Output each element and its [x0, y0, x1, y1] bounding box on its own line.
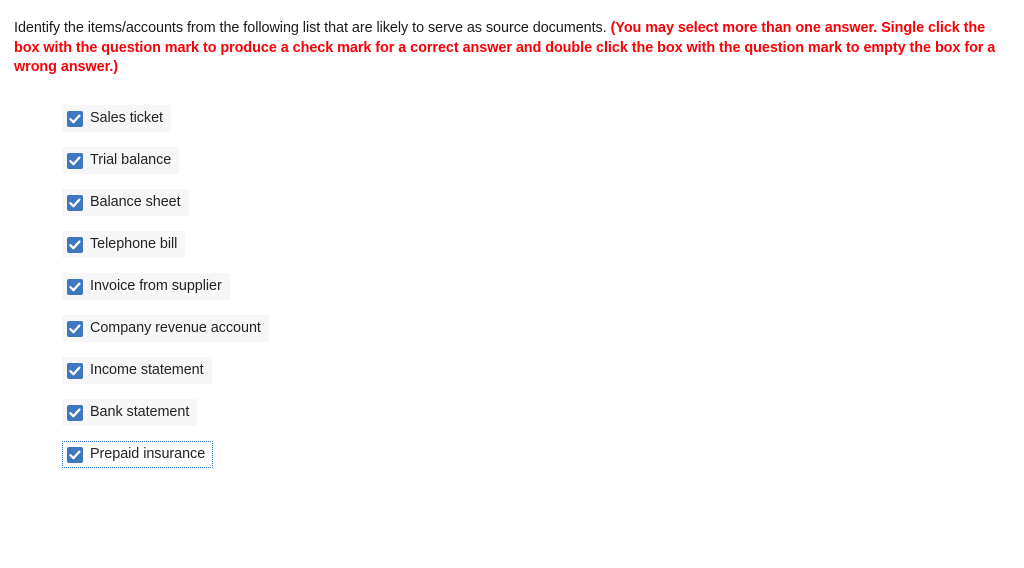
- question-page: Identify the items/accounts from the fol…: [0, 0, 1024, 568]
- option-label: Balance sheet: [90, 194, 181, 210]
- option-row[interactable]: Income statement: [62, 357, 212, 384]
- option-row[interactable]: Trial balance: [62, 147, 180, 174]
- option-row[interactable]: Balance sheet: [62, 189, 189, 216]
- option-row[interactable]: Sales ticket: [62, 105, 171, 132]
- check-icon: [69, 365, 81, 375]
- option-label: Income statement: [90, 362, 204, 378]
- check-icon: [69, 113, 81, 123]
- option-row[interactable]: Telephone bill: [62, 231, 186, 258]
- option-label: Prepaid insurance: [90, 446, 206, 462]
- option-row[interactable]: Invoice from supplier: [62, 273, 230, 300]
- check-icon: [69, 281, 81, 291]
- checkbox-checked[interactable]: [67, 236, 83, 253]
- checkbox-checked[interactable]: [67, 404, 83, 421]
- option-label: Company revenue account: [90, 320, 261, 336]
- checkbox-checked[interactable]: [67, 446, 83, 463]
- option-label: Trial balance: [90, 152, 172, 168]
- check-icon: [69, 197, 81, 207]
- check-icon: [69, 449, 81, 459]
- option-row[interactable]: Bank statement: [62, 399, 198, 426]
- checkbox-checked[interactable]: [67, 320, 83, 337]
- option-row[interactable]: Company revenue account: [62, 315, 269, 342]
- checkbox-checked[interactable]: [67, 278, 83, 295]
- option-label: Invoice from supplier: [90, 278, 222, 294]
- check-icon: [69, 239, 81, 249]
- option-label: Bank statement: [90, 404, 190, 420]
- option-label: Telephone bill: [90, 236, 178, 252]
- check-icon: [69, 155, 81, 165]
- option-list: Sales ticket Trial balance Balance sheet Te…: [62, 105, 269, 483]
- question-prompt: Identify the items/accounts from the fol…: [14, 19, 1010, 78]
- option-label: Sales ticket: [90, 110, 163, 126]
- checkbox-checked[interactable]: [67, 152, 83, 169]
- checkbox-checked[interactable]: [67, 110, 83, 127]
- checkbox-checked[interactable]: [67, 362, 83, 379]
- option-row[interactable]: Prepaid insurance: [62, 441, 214, 468]
- check-icon: [69, 323, 81, 333]
- checkbox-checked[interactable]: [67, 194, 83, 211]
- check-icon: [69, 407, 81, 417]
- question-lead-text: Identify the items/accounts from the fol…: [14, 20, 611, 37]
